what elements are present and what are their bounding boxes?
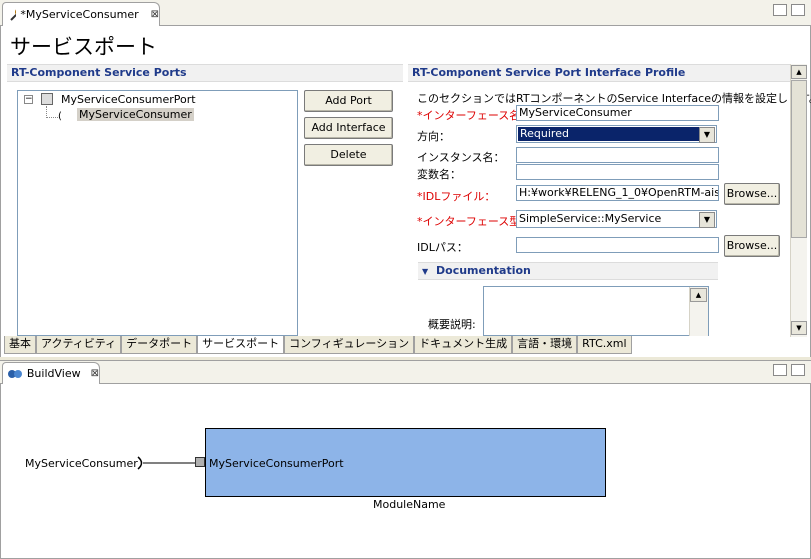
minimize-button[interactable] xyxy=(773,4,787,16)
instance-name-label: インスタンス名： xyxy=(417,151,505,164)
idl-path-field[interactable] xyxy=(516,237,719,253)
profile-description: このセクションではRTコンポーネントのService Interfaceの情報を… xyxy=(417,92,811,105)
wrench-icon xyxy=(10,8,17,21)
port-icon xyxy=(41,93,53,105)
direction-value: Required xyxy=(518,127,699,141)
buildview-tab-title: BuildView xyxy=(26,367,81,380)
buildview-icon xyxy=(8,369,22,378)
variable-name-field[interactable] xyxy=(516,164,719,180)
close-icon[interactable]: ⊠ xyxy=(91,368,99,379)
tree-item-port[interactable]: MyServiceConsumerPort xyxy=(61,93,196,106)
buildview-tab-bar xyxy=(0,360,811,384)
chevron-down-icon[interactable]: ▼ xyxy=(699,212,715,228)
delete-button[interactable]: Delete xyxy=(304,144,393,166)
idl-file-label: *IDLファイル： xyxy=(417,190,496,203)
service-ports-header: RT-Component Service Ports xyxy=(7,64,403,82)
scroll-thumb[interactable] xyxy=(791,80,807,238)
idl-path-browse-button[interactable]: Browse... xyxy=(724,235,780,257)
idl-file-browse-button[interactable]: Browse... xyxy=(724,183,780,205)
profile-scrollbar[interactable]: ▲ ▼ xyxy=(790,64,807,337)
collapse-icon[interactable]: − xyxy=(24,95,33,104)
add-port-button[interactable]: Add Port xyxy=(304,90,393,112)
interface-name-label: *インターフェース名： xyxy=(417,109,532,122)
chevron-down-icon[interactable]: ▼ xyxy=(699,127,715,143)
instance-name-field[interactable] xyxy=(516,147,719,163)
scroll-up-icon[interactable]: ▲ xyxy=(791,65,807,79)
summary-textarea[interactable]: ▲ xyxy=(483,286,709,336)
editor-tab-title: *MyServiceConsumer xyxy=(20,8,139,21)
interface-type-label: *インターフェース型： xyxy=(417,215,532,228)
documentation-header[interactable]: ▼ Documentation xyxy=(418,262,718,280)
direction-select[interactable]: Required ▼ xyxy=(516,125,717,143)
summary-label: 概要説明: xyxy=(428,318,476,331)
ports-tree[interactable]: − MyServiceConsumerPort ( MyServiceConsu… xyxy=(17,90,298,336)
direction-label: 方向： xyxy=(417,130,450,143)
add-interface-button[interactable]: Add Interface xyxy=(304,117,393,139)
tab-language[interactable]: 言語・環境 xyxy=(512,336,578,354)
buildview-tab[interactable]: BuildView ⊠ xyxy=(2,362,100,384)
tab-dataport[interactable]: データポート xyxy=(121,336,198,354)
variable-name-label: 変数名： xyxy=(417,168,461,181)
textarea-scrollbar[interactable]: ▲ xyxy=(689,287,708,336)
tab-serviceport[interactable]: サービスポート xyxy=(197,336,285,354)
component-box[interactable]: MyServiceConsumerPort xyxy=(205,428,606,497)
expand-arrow-icon: ▼ xyxy=(422,267,429,276)
page-title: サービスポート xyxy=(10,35,157,59)
documentation-title: Documentation xyxy=(436,264,531,277)
interface-name-field[interactable]: MyServiceConsumer xyxy=(516,105,719,121)
tab-documentation[interactable]: ドキュメント生成 xyxy=(414,336,513,354)
interface-type-value: SimpleService::MyService xyxy=(519,212,662,225)
interface-label: MyServiceConsumer xyxy=(25,457,138,470)
required-interface-icon: ( xyxy=(58,111,62,122)
tab-basic[interactable]: 基本 xyxy=(4,336,36,354)
port-label: MyServiceConsumerPort xyxy=(209,457,344,470)
page-tabs: 基本 アクティビティ データポート サービスポート コンフィギュレーション ドキ… xyxy=(4,336,632,354)
idl-file-field[interactable]: H:¥work¥RELENG_1_0¥OpenRTM-aist¥e xyxy=(516,185,719,201)
tab-rtcxml[interactable]: RTC.xml xyxy=(577,336,632,354)
editor-tab[interactable]: *MyServiceConsumer ⊠ xyxy=(2,2,160,26)
maximize-button[interactable] xyxy=(791,364,805,376)
maximize-button[interactable] xyxy=(791,4,805,16)
idl-path-label: IDLパス： xyxy=(417,241,468,254)
module-label: ModuleName xyxy=(373,498,446,511)
minimize-button[interactable] xyxy=(773,364,787,376)
interface-type-select[interactable]: SimpleService::MyService ▼ xyxy=(516,210,717,228)
tab-activity[interactable]: アクティビティ xyxy=(36,336,122,354)
tab-configuration[interactable]: コンフィギュレーション xyxy=(284,336,415,354)
port-square[interactable] xyxy=(195,457,205,467)
scroll-down-icon[interactable]: ▼ xyxy=(791,321,807,335)
interface-profile-header: RT-Component Service Port Interface Prof… xyxy=(408,64,790,82)
scroll-up-icon[interactable]: ▲ xyxy=(690,288,707,302)
tree-item-interface[interactable]: MyServiceConsumer xyxy=(77,108,194,121)
close-icon[interactable]: ⊠ xyxy=(151,9,159,20)
